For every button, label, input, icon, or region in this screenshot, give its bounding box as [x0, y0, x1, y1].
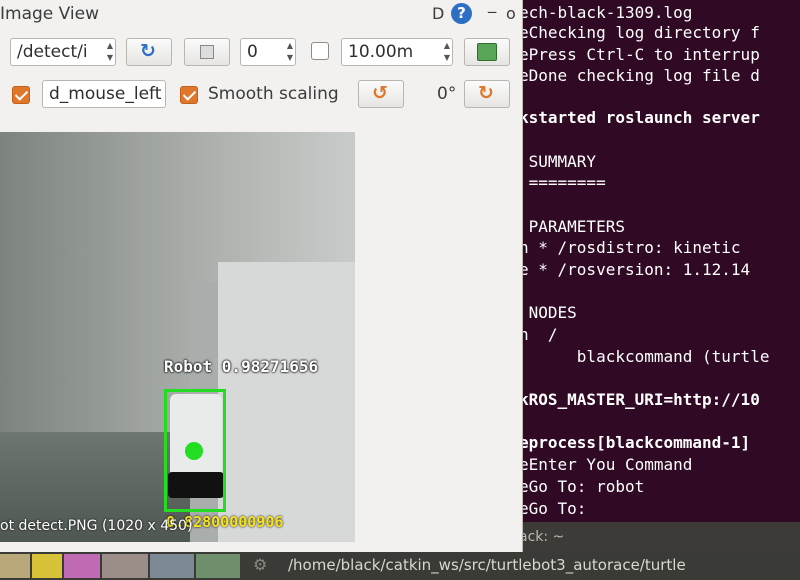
terminal-line: ePress Ctrl-C to interrup [519, 45, 760, 64]
terminal-line: eDone checking log file d [519, 66, 760, 85]
terminal-line: eChecking log directory f [519, 23, 760, 42]
save-icon [477, 43, 497, 61]
taskbar-thumbnail[interactable] [196, 554, 240, 578]
terminal-window[interactable]: ech-black-1309.log eChecking log director… [515, 0, 800, 522]
terminal-titlebar[interactable]: ack: ~ [515, 522, 800, 552]
refresh-button[interactable]: ↻ [126, 38, 172, 66]
taskbar-thumbnail[interactable] [32, 554, 62, 578]
taskbar-thumbnail[interactable] [0, 554, 30, 578]
chevron-updown-icon: ▲ ▼ [106, 41, 113, 62]
rotate-right-icon: ↻ [478, 82, 494, 104]
window-title: Image View [0, 4, 99, 24]
refresh-icon: ↻ [140, 40, 156, 62]
gear-icon[interactable]: ⚙ [253, 555, 267, 574]
taskbar-thumbnail[interactable] [102, 554, 148, 578]
spin-arrows-icon: ▲ ▼ [286, 41, 293, 62]
mouse-topic-input[interactable]: d_mouse_left [42, 80, 166, 108]
mouse-publish-checkbox[interactable] [12, 86, 30, 104]
topic-select-value: /detect/i [17, 42, 88, 62]
terminal-line: eEnter You Command [519, 455, 693, 474]
box [218, 262, 355, 542]
rotate-left-button[interactable]: ↺ [358, 80, 404, 108]
terminal-line: blackcommand (turtle [519, 347, 770, 366]
taskbar-path: /home/black/catkin_ws/src/turtlebot3_aut… [288, 556, 686, 574]
spin-box[interactable]: 0 ▲ ▼ [240, 38, 296, 66]
taskbar-thumbnail[interactable] [64, 554, 100, 578]
smooth-scaling-label: Smooth scaling [208, 84, 339, 104]
dock-button[interactable]: D [432, 4, 444, 23]
save-button[interactable] [464, 38, 510, 66]
detection-center-dot [185, 442, 203, 460]
terminal-line: eprocess[blackcommand-1] [519, 433, 751, 452]
terminal-line: eGo To: [519, 499, 587, 518]
timeout-value: 10.00m [348, 42, 414, 62]
terminal-line: eGo To: robot [519, 477, 645, 496]
rotation-value: 0° [437, 84, 457, 104]
rotate-left-icon: ↺ [372, 82, 388, 104]
pause-icon [200, 45, 214, 59]
terminal-line: kROS_MASTER_URI=http://10 [519, 390, 760, 409]
window-titlebar[interactable]: Image View D ? ‒ o [0, 0, 523, 28]
minimize-button[interactable]: ‒ [487, 2, 497, 21]
terminal-line: kstarted roslaunch server [519, 108, 760, 127]
timeout-spinbox[interactable]: 10.00m ▲ ▼ [341, 38, 453, 66]
help-icon[interactable]: ? [451, 3, 472, 24]
spin-arrows-icon: ▲ ▼ [443, 41, 450, 62]
terminal-line: NODES [519, 303, 577, 322]
terminal-line: PARAMETERS [519, 217, 625, 236]
terminal-line: h / [519, 325, 558, 344]
checkbox[interactable] [311, 42, 329, 60]
taskbar-thumbnail[interactable] [150, 554, 194, 578]
spin-box-value: 0 [247, 42, 258, 62]
terminal-line: ======== [519, 173, 606, 192]
status-text: ot detect.PNG (1020 x 450) [0, 518, 193, 534]
terminal-line: ech-black-1309.log [519, 3, 693, 22]
close-button[interactable]: o [506, 4, 516, 23]
pause-button[interactable] [184, 38, 230, 66]
terminal-line: h * /rosdistro: kinetic [519, 238, 741, 257]
topic-select[interactable]: /detect/i ▲ ▼ [10, 38, 116, 66]
smooth-scaling-checkbox[interactable] [180, 86, 198, 104]
taskbar: ⚙ /home/black/catkin_ws/src/turtlebot3_a… [0, 552, 800, 580]
image-view-window: Image View D ? ‒ o /detect/i ▲ ▼ ↻ 0 ▲ ▼ 1… [0, 0, 523, 552]
detection-label: Robot 0.98271656 [164, 357, 319, 376]
rotate-right-button[interactable]: ↻ [464, 80, 510, 108]
terminal-line: SUMMARY [519, 152, 597, 171]
terminal-line: e * /rosversion: 1.12.14 [519, 260, 751, 279]
